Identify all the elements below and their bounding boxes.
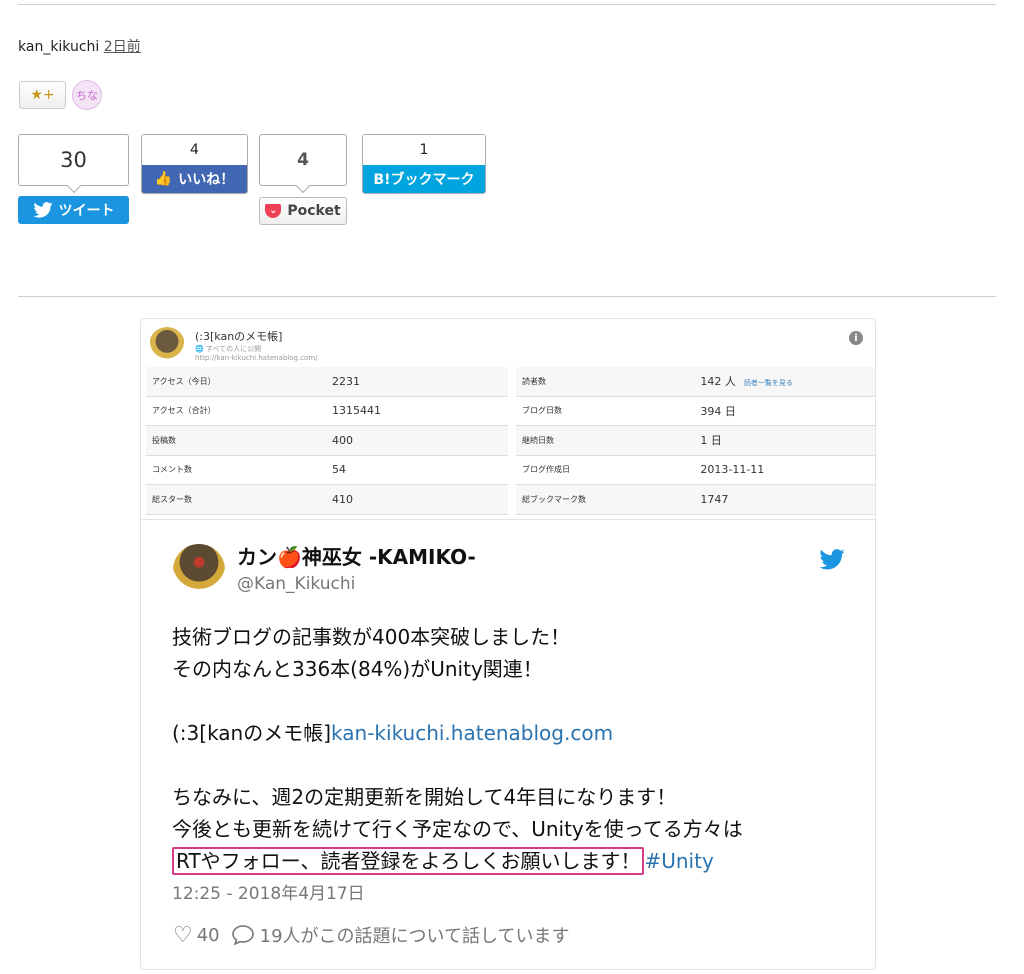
table-row: アクセス（合計） 1315441 [146, 396, 508, 426]
reader-list-link[interactable]: 読者一覧を見る [744, 379, 793, 387]
tweet-blog-link[interactable]: kan-kikuchi.hatenablog.com [331, 721, 613, 745]
stat-label: 投稿数 [146, 425, 326, 456]
section-divider [18, 296, 996, 297]
stat-value: 1 日 [694, 425, 875, 456]
stats-left-table: アクセス（今日） 2231 アクセス（合計） 1315441 投稿数 400 コメント… [146, 367, 508, 515]
card-divider [141, 519, 875, 520]
stat-label: 読者数 [516, 367, 695, 397]
stats-right-table: 読者数 142 人読者一覧を見る ブログ日数 394 日 継続日数 1 日 ブログ作成… [516, 367, 875, 515]
post-meta: kan_kikuchi 2日前 [18, 36, 141, 56]
stat-label: ブログ作成日 [516, 455, 695, 485]
pocket-count: 4 [259, 134, 347, 186]
stat-value: 400 [326, 425, 508, 456]
table-row: 総ブックマーク数 1747 [516, 484, 875, 515]
thumbs-up-icon: 👍 [154, 171, 173, 187]
table-row: 読者数 142 人読者一覧を見る [516, 367, 875, 397]
add-star-button[interactable]: ★+ [19, 81, 66, 109]
like-button[interactable]: 👍 いいね！ [142, 165, 247, 193]
tweet-actions: ♡ 40 19人がこの話題について話しています [173, 922, 569, 948]
table-row: 継続日数 1 日 [516, 425, 875, 456]
twitter-logo-icon[interactable] [819, 549, 845, 570]
star-icon: ★+ [30, 87, 55, 103]
blog-avatar [149, 327, 185, 363]
bookmark-button[interactable]: B!ブックマーク [363, 165, 485, 193]
stat-value: 142 人読者一覧を見る [694, 367, 875, 397]
facebook-like[interactable]: 4 👍 いいね！ [141, 134, 248, 194]
tweet-button[interactable]: ツイート [18, 196, 129, 224]
pocket-icon: ⌄ [265, 204, 282, 218]
stat-value: 1747 [694, 484, 875, 515]
tweet-author-handle[interactable]: @Kan_Kikuchi [237, 574, 355, 594]
embedded-tweet-card: (:3[kanのメモ帳] 🌐 すべての人に公開 http://kan-kikuc… [140, 318, 876, 970]
tweet-author-name[interactable]: カン🍎神巫女 -KAMIKO- [237, 541, 476, 570]
pocket-share[interactable]: 4 ⌄ Pocket [259, 134, 347, 225]
heart-icon[interactable]: ♡ [173, 923, 193, 948]
like-count: 4 [142, 135, 247, 165]
table-row: 投稿数 400 [146, 425, 508, 456]
like-count: 40 [196, 924, 220, 946]
table-row: コメント数 54 [146, 455, 508, 485]
stat-label: 総ブックマーク数 [516, 484, 695, 515]
table-row: アクセス（今日） 2231 [146, 367, 508, 397]
author-name: kan_kikuchi [18, 39, 100, 55]
table-row: ブログ作成日 2013-11-11 [516, 455, 875, 485]
stat-label: アクセス（今日） [146, 367, 326, 397]
top-divider [18, 4, 996, 5]
stat-label: 継続日数 [516, 425, 695, 456]
stat-value: 1315441 [326, 396, 508, 426]
star-user-avatar[interactable]: ちな [72, 80, 102, 110]
table-row: ブログ日数 394 日 [516, 396, 875, 426]
blog-title: (:3[kanのメモ帳] [195, 330, 283, 343]
speech-bubble-icon[interactable] [231, 925, 254, 945]
stat-value: 410 [326, 484, 508, 515]
stat-label: ブログ日数 [516, 396, 695, 426]
post-time-link[interactable]: 2日前 [104, 39, 141, 55]
stat-value: 2013-11-11 [694, 455, 875, 485]
highlighted-text: RTやフォロー、読者登録をよろしくお願いします！ [172, 847, 645, 875]
tweet-avatar[interactable] [173, 544, 225, 596]
tweet-text: 技術ブログの記事数が400本突破しました！ その内なんと336本(84%)がUn… [172, 625, 743, 875]
tweet-timestamp[interactable]: 12:25 - 2018年4月17日 [172, 879, 365, 904]
pocket-button[interactable]: ⌄ Pocket [259, 197, 347, 225]
bookmark-count: 1 [363, 135, 485, 165]
stat-value: 2231 [326, 367, 508, 397]
conversation-link[interactable]: 19人がこの話題について話しています [260, 922, 570, 948]
blog-stats-header: (:3[kanのメモ帳] 🌐 すべての人に公開 http://kan-kikuc… [149, 325, 318, 365]
globe-icon: 🌐 [195, 345, 204, 353]
hatena-bookmark[interactable]: 1 B!ブックマーク [362, 134, 486, 194]
table-row: 総スター数 410 [146, 484, 508, 515]
stat-value: 54 [326, 455, 508, 485]
info-icon[interactable]: i [849, 331, 863, 345]
twitter-bird-icon [32, 202, 53, 218]
tweet-count: 30 [18, 134, 129, 186]
stat-label: コメント数 [146, 455, 326, 485]
stat-value: 394 日 [694, 396, 875, 426]
hashtag-link[interactable]: #Unity [644, 849, 713, 873]
twitter-share[interactable]: 30 ツイート [18, 134, 129, 224]
stat-label: 総スター数 [146, 484, 326, 515]
blog-url: http://kan-kikuchi.hatenablog.com/ [195, 354, 318, 362]
stat-label: アクセス（合計） [146, 396, 326, 426]
